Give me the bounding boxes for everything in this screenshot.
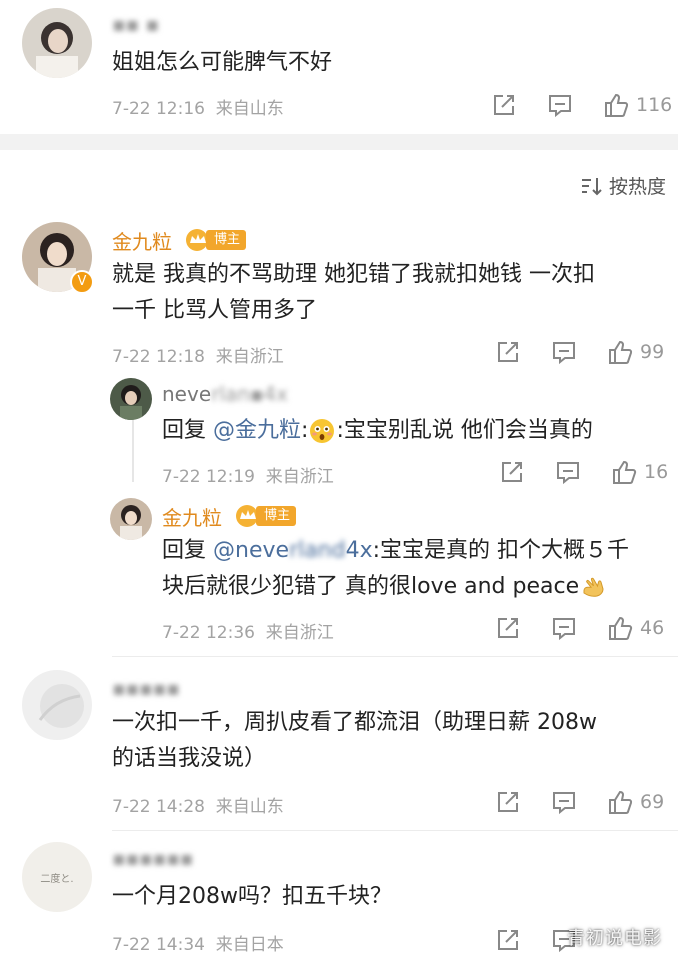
comment-button[interactable] [546, 91, 574, 119]
like-count: 46 [640, 617, 665, 639]
avatar[interactable] [22, 670, 92, 740]
comment-actions: 116 [0, 91, 678, 121]
mention-link[interactable]: @neverland4x [213, 538, 373, 563]
comment-button[interactable] [550, 788, 578, 816]
comment-1: ▪▪ ▪ 姐姐怎么可能脾气不好 7-22 12:16 来自山东 116 [0, 0, 678, 132]
share-button[interactable] [490, 91, 518, 119]
comment-text-line-1: 就是 我真的不骂助理 她犯错了我就扣她钱 一次扣 [112, 262, 595, 287]
share-icon [498, 792, 518, 812]
blogger-badge: 博主 [184, 228, 247, 252]
like-icon [609, 616, 633, 640]
comment-button[interactable] [550, 338, 578, 366]
comment-button[interactable] [550, 614, 578, 642]
reply-text-line-2: 块后就很少犯错了 真的很love and peace [162, 568, 607, 606]
comment-actions: 99 [0, 338, 678, 368]
reply-commenter-name[interactable]: neverlan▪4x [162, 382, 288, 406]
badge-label: 博主 [206, 230, 247, 250]
ok-hand-emoji [583, 577, 604, 597]
share-icon [494, 95, 514, 115]
mention-link[interactable]: @金九粒 [213, 418, 301, 443]
like-icon [609, 790, 633, 814]
comment-icon [553, 618, 575, 641]
comment-actions: 69 [0, 788, 678, 818]
comment-icon [553, 792, 575, 815]
commenter-name[interactable]: ▪▪▪▪▪▪ [112, 846, 193, 870]
svg-text:二度と.: 二度と. [40, 872, 73, 885]
comment-icon [549, 95, 571, 118]
commenter-name[interactable]: ▪▪ ▪ [112, 12, 159, 36]
like-count: 116 [636, 94, 673, 116]
share-icon [498, 618, 518, 638]
section-separator [0, 134, 678, 150]
reply-avatar[interactable] [110, 498, 152, 540]
share-button[interactable] [494, 614, 522, 642]
comment-button[interactable] [554, 458, 582, 486]
like-icon [609, 340, 633, 364]
comment-text-line-1: 一次扣一千，周扒皮看了都流泪（助理日薪 208w [112, 710, 597, 735]
commenter-name[interactable]: ▪▪▪▪▪ [112, 676, 180, 700]
reply-commenter-name[interactable]: 金九粒 [162, 502, 222, 531]
share-icon [498, 342, 518, 362]
like-icon [605, 93, 629, 117]
comment-text-line-2: 一千 比骂人管用多了 [112, 298, 317, 323]
share-button[interactable] [498, 458, 526, 486]
reply-text-line-1: 回复 @neverland4x:宝宝是真的 扣个大概５千 [162, 538, 630, 563]
like-button[interactable]: 16 [610, 458, 668, 486]
verified-badge: V [70, 270, 94, 294]
share-button[interactable] [494, 926, 522, 954]
share-button[interactable] [494, 338, 522, 366]
flushed-face-emoji [310, 419, 335, 443]
comment-icon [553, 342, 575, 365]
comment-text: 姐姐怎么可能脾气不好 [112, 50, 333, 75]
comment-text: 一个月208w吗？扣五千块？ [112, 884, 392, 909]
like-count: 99 [640, 341, 665, 363]
share-button[interactable] [494, 788, 522, 816]
like-button[interactable]: 46 [606, 614, 664, 642]
divider [112, 830, 678, 831]
watermark-text: 青初说电影 [567, 928, 662, 949]
comment-text-line-2: 的话当我没说） [112, 746, 267, 771]
reply-actions: 46 [0, 614, 678, 644]
like-button[interactable]: 116 [602, 91, 672, 119]
like-button[interactable]: 99 [606, 338, 664, 366]
like-count: 69 [640, 791, 665, 813]
divider [112, 656, 678, 657]
sort-icon [581, 177, 602, 195]
commenter-name[interactable]: 金九粒 [112, 226, 172, 255]
blogger-badge: 博主 [234, 504, 297, 528]
like-count: 16 [644, 461, 669, 483]
share-icon [502, 462, 522, 482]
badge-label: 博主 [256, 506, 297, 526]
reply-avatar[interactable] [110, 378, 152, 420]
reply-actions: 16 [0, 458, 678, 488]
share-icon [498, 930, 518, 950]
like-icon [613, 460, 637, 484]
comment-icon [557, 462, 579, 485]
sort-by-hot-button[interactable]: 按热度 [579, 172, 666, 199]
avatar[interactable] [22, 8, 92, 78]
sort-label: 按热度 [608, 176, 666, 198]
reply-text: 回复 @金九粒::宝宝别乱说 他们会当真的 [162, 418, 593, 443]
avatar[interactable]: 二度と. [22, 842, 92, 912]
like-button[interactable]: 69 [606, 788, 664, 816]
